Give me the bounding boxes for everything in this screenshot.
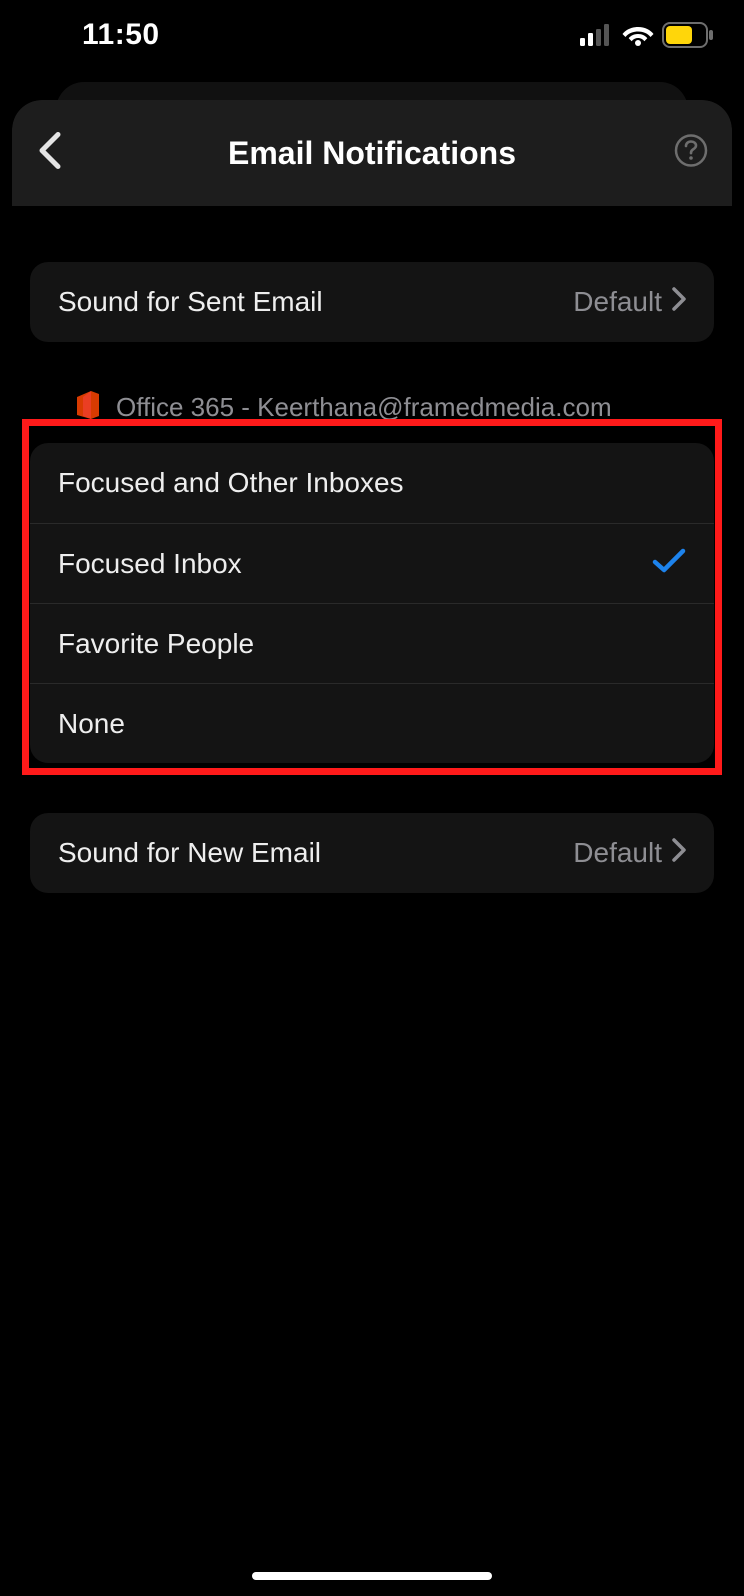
cellular-icon	[580, 24, 614, 46]
sound-sent-label: Sound for Sent Email	[58, 286, 323, 318]
home-indicator	[252, 1572, 492, 1580]
option-favorite-people[interactable]: Favorite People	[30, 603, 714, 683]
option-focused-and-other-label: Focused and Other Inboxes	[58, 467, 404, 499]
battery-icon	[662, 22, 714, 48]
sound-new-group: Sound for New Email Default	[30, 813, 714, 893]
sheet: Email Notifications Sound for Sent Email…	[12, 100, 732, 1596]
sound-new-value: Default	[573, 837, 686, 869]
account-label: Office 365 - Keerthana@framedmedia.com	[116, 392, 612, 423]
help-button[interactable]	[674, 134, 708, 173]
office-icon	[74, 390, 100, 425]
option-none[interactable]: None	[30, 683, 714, 763]
option-focused-inbox[interactable]: Focused Inbox	[30, 523, 714, 603]
back-button[interactable]	[36, 131, 64, 176]
checkmark-icon	[652, 548, 686, 579]
sound-new-row[interactable]: Sound for New Email Default	[30, 813, 714, 893]
sound-new-label: Sound for New Email	[58, 837, 321, 869]
wifi-icon	[622, 23, 654, 47]
option-favorite-people-label: Favorite People	[58, 628, 254, 660]
notification-options-group: Focused and Other Inboxes Focused Inbox …	[30, 443, 714, 763]
option-focused-inbox-label: Focused Inbox	[58, 548, 242, 580]
status-bar: 11:50	[0, 0, 744, 70]
status-time: 11:50	[82, 18, 160, 52]
chevron-right-icon	[672, 286, 686, 318]
status-icons	[580, 22, 714, 48]
sheet-header: Email Notifications	[12, 100, 732, 206]
sound-sent-group: Sound for Sent Email Default	[30, 262, 714, 342]
option-focused-and-other[interactable]: Focused and Other Inboxes	[30, 443, 714, 523]
chevron-right-icon	[672, 837, 686, 869]
account-section-header: Office 365 - Keerthana@framedmedia.com	[30, 342, 714, 443]
sound-sent-row[interactable]: Sound for Sent Email Default	[30, 262, 714, 342]
sound-sent-value: Default	[573, 286, 686, 318]
page-title: Email Notifications	[228, 135, 516, 172]
option-none-label: None	[58, 708, 125, 740]
